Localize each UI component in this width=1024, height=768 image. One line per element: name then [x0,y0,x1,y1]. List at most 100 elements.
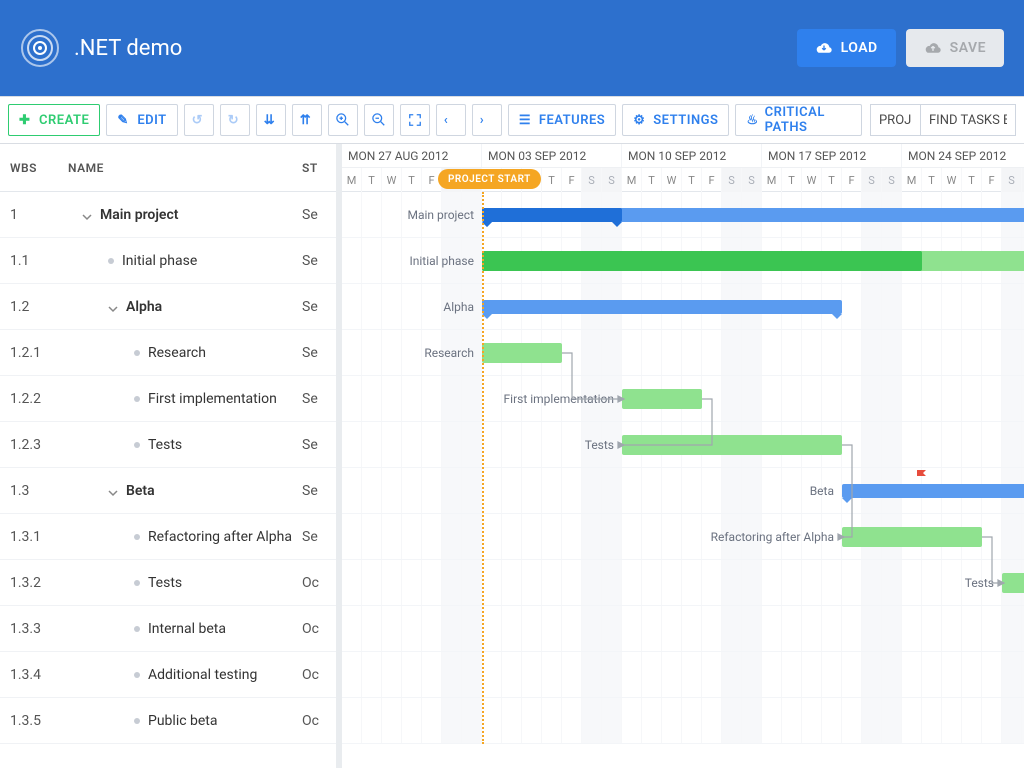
col-header-start[interactable]: ST [302,161,336,175]
day-header: F [702,168,722,192]
gantt-row[interactable]: Beta [342,468,1024,514]
edit-button[interactable]: ✎EDIT [106,104,177,136]
table-row[interactable]: 1.3BetaSe [0,468,336,514]
day-header: M [762,168,782,192]
table-row[interactable]: 1.2.2First implementationSe [0,376,336,422]
find-tasks-input[interactable] [920,104,1016,136]
cell-name: Public beta [148,713,218,729]
day-header: F [982,168,1002,192]
task-table[interactable]: WBS NAME ST 1Main projectSe1.1Initial ph… [0,144,342,768]
table-row[interactable]: 1Main projectSe [0,192,336,238]
task-bar[interactable] [842,527,982,547]
task-bar[interactable] [1002,573,1024,593]
pencil-icon: ✎ [117,113,131,127]
gantt-row[interactable] [342,606,1024,652]
chevron-double-up-icon: ⇈ [300,113,314,127]
bar-label: Alpha [443,300,474,314]
chevron-left-icon: ‹ [444,113,458,127]
bar-label: Refactoring after Alpha [711,530,834,544]
chevron-down-icon[interactable] [108,302,118,312]
chevron-down-icon[interactable] [82,210,92,220]
create-button[interactable]: ✚CREATE [8,104,100,136]
table-row[interactable]: 1.3.4Additional testingOc [0,652,336,698]
cell-start: Se [302,253,336,269]
cell-name: Initial phase [122,253,197,269]
day-header: T [402,168,422,192]
settings-button[interactable]: ⚙SETTINGS [622,104,729,136]
load-button[interactable]: LOAD [797,29,896,67]
features-button[interactable]: ☰FEATURES [508,104,616,136]
table-row[interactable]: 1.3.2TestsOc [0,560,336,606]
col-header-name[interactable]: NAME [68,161,302,175]
gantt-row[interactable]: Refactoring after Alpha [342,514,1024,560]
cloud-upload-icon [924,41,942,55]
zoom-in-button[interactable] [328,104,358,136]
task-bar[interactable] [622,389,702,409]
cell-wbs: 1.2.2 [0,391,68,407]
bullet-icon [134,442,140,448]
collapse-all-button[interactable]: ⇈ [292,104,322,136]
cell-start: Se [302,299,336,315]
task-bar[interactable] [482,343,562,363]
cell-start: Se [302,529,336,545]
next-button[interactable]: › [472,104,502,136]
bar-label: Research [424,346,474,360]
cell-name: Additional testing [148,667,257,683]
cell-name: Beta [126,483,155,499]
critical-paths-button[interactable]: ♨CRITICAL PATHS [735,104,862,136]
gantt-row[interactable]: Research [342,330,1024,376]
project-start-marker[interactable]: PROJECT START [438,169,541,189]
zoom-fit-button[interactable] [400,104,430,136]
cell-name: Tests [148,575,182,591]
task-table-header: WBS NAME ST [0,144,336,192]
undo-button[interactable]: ↺ [184,104,214,136]
cell-start: Se [302,391,336,407]
chevron-down-icon[interactable] [108,486,118,496]
project-label-input[interactable] [870,104,920,136]
progress-bar [482,208,622,222]
gantt-chart[interactable]: MON 27 AUG 2012MON 03 SEP 2012MON 10 SEP… [342,144,1024,768]
gantt-row[interactable]: Main project [342,192,1024,238]
time-axis: MON 27 AUG 2012MON 03 SEP 2012MON 10 SEP… [342,144,1024,192]
table-row[interactable]: 1.2.1ResearchSe [0,330,336,376]
bar-label: Beta [810,484,834,498]
table-row[interactable]: 1.2.3TestsSe [0,422,336,468]
col-header-wbs[interactable]: WBS [0,161,68,175]
zoom-out-icon [372,113,386,127]
cell-wbs: 1.2.3 [0,437,68,453]
day-header: T [682,168,702,192]
table-row[interactable]: 1.1Initial phaseSe [0,238,336,284]
table-row[interactable]: 1.2AlphaSe [0,284,336,330]
cell-wbs: 1.2.1 [0,345,68,361]
gantt-row[interactable]: Alpha [342,284,1024,330]
app-title: .NET demo [74,36,797,61]
week-header: MON 27 AUG 2012 [342,144,482,167]
table-row[interactable]: 1.3.3Internal betaOc [0,606,336,652]
day-header: T [962,168,982,192]
bullet-icon [134,534,140,540]
expand-all-button[interactable]: ⇊ [256,104,286,136]
table-row[interactable]: 1.3.1Refactoring after AlphaSe [0,514,336,560]
prev-button[interactable]: ‹ [436,104,466,136]
save-button[interactable]: SAVE [906,29,1004,67]
bar-label: Main project [408,208,475,222]
gantt-row[interactable]: Initial phase [342,238,1024,284]
cell-wbs: 1.2 [0,299,68,315]
gantt-row[interactable]: First implementation [342,376,1024,422]
summary-bar[interactable] [482,300,842,314]
day-header: W [942,168,962,192]
week-header: MON 03 SEP 2012 [482,144,622,167]
gantt-row[interactable] [342,652,1024,698]
cell-name: Tests [148,437,182,453]
flag-icon[interactable] [916,468,928,482]
redo-button[interactable]: ↻ [220,104,250,136]
task-bar[interactable] [622,435,842,455]
gantt-row[interactable]: Tests [342,560,1024,606]
zoom-out-button[interactable] [364,104,394,136]
table-row[interactable]: 1.3.5Public betaOc [0,698,336,744]
summary-bar[interactable] [842,484,1024,498]
gantt-row[interactable]: Tests [342,422,1024,468]
week-header: MON 10 SEP 2012 [622,144,762,167]
gantt-row[interactable] [342,698,1024,744]
day-header: S [742,168,762,192]
